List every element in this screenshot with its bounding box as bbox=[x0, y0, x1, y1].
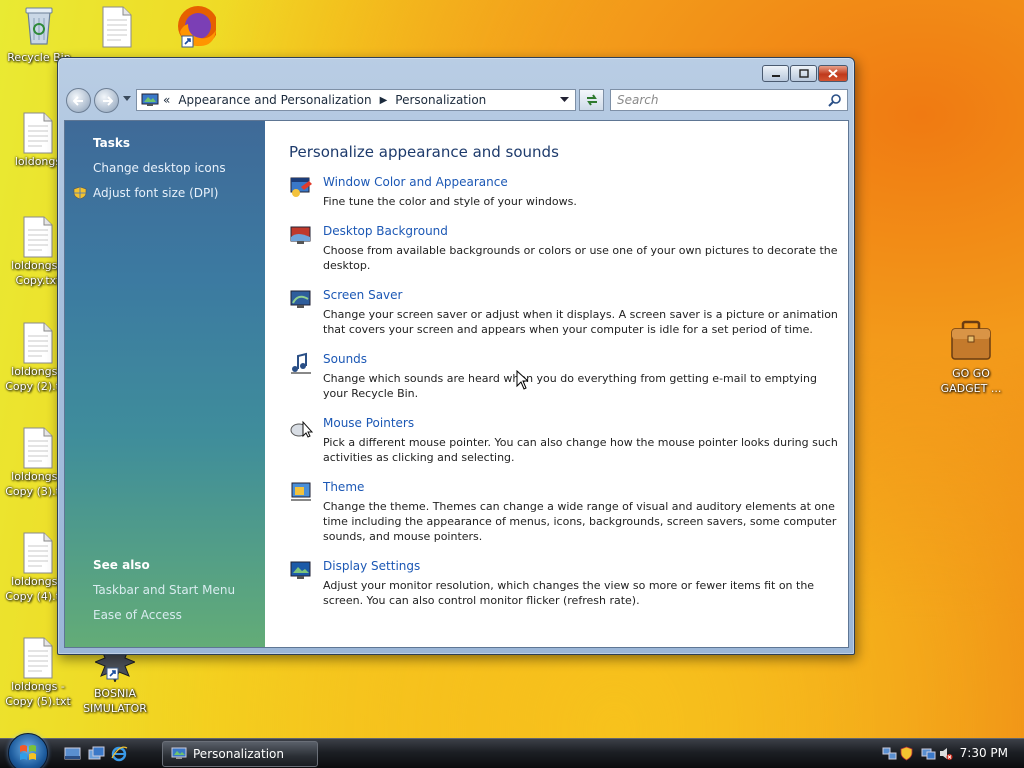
desktop-icon-label: GO GO GADGET ... bbox=[940, 367, 1002, 395]
page-title: Personalize appearance and sounds bbox=[289, 143, 559, 161]
text-file-icon bbox=[102, 6, 132, 48]
caption-buttons bbox=[762, 65, 848, 82]
network-icon[interactable] bbox=[882, 746, 897, 761]
close-icon bbox=[828, 69, 838, 78]
tasks-heading: Tasks bbox=[93, 136, 131, 150]
firefox-icon bbox=[178, 6, 218, 48]
main-pane: Personalize appearance and sounds Window… bbox=[289, 121, 838, 647]
desktop-icon-recycle-bin[interactable]: Recycle Bin bbox=[4, 4, 74, 65]
windows-logo-icon bbox=[20, 745, 36, 760]
display-settings-icon bbox=[290, 561, 311, 579]
desktop-background-icon bbox=[290, 226, 311, 244]
text-file-icon bbox=[23, 112, 53, 154]
theme-icon bbox=[291, 482, 311, 501]
text-file-icon bbox=[23, 216, 53, 258]
search-input[interactable]: Search bbox=[617, 93, 659, 107]
window-color-icon bbox=[290, 177, 312, 197]
refresh-button[interactable] bbox=[579, 89, 604, 111]
briefcase-icon bbox=[951, 320, 991, 360]
text-file-icon bbox=[23, 532, 53, 574]
sounds-icon bbox=[291, 352, 311, 374]
search-icon[interactable] bbox=[828, 93, 842, 107]
system-clock[interactable]: 7:30 PM bbox=[960, 746, 1008, 760]
personalization-window[interactable]: « Appearance and Personalization ▶ Perso… bbox=[57, 57, 855, 655]
desktop-icon-label: loldongs - Copy (5).txt bbox=[5, 680, 71, 708]
maximize-icon bbox=[798, 69, 809, 78]
internet-explorer-icon[interactable] bbox=[111, 746, 128, 762]
task-link-adjust-font-size[interactable]: Adjust font size (DPI) bbox=[93, 186, 218, 200]
show-desktop-icon[interactable] bbox=[64, 746, 81, 762]
option-description: Choose from available backgrounds or col… bbox=[323, 244, 838, 272]
refresh-icon bbox=[586, 94, 597, 106]
maximize-button[interactable] bbox=[790, 65, 817, 82]
option-description: Fine tune the color and style of your wi… bbox=[323, 195, 577, 208]
option-title[interactable]: Theme bbox=[323, 480, 364, 494]
chevron-down-icon bbox=[560, 97, 569, 102]
recycle-bin-icon bbox=[25, 7, 53, 45]
option-title[interactable]: Screen Saver bbox=[323, 288, 402, 302]
option-title[interactable]: Window Color and Appearance bbox=[323, 175, 508, 189]
mouse-cursor-icon bbox=[516, 370, 528, 390]
minimize-button[interactable] bbox=[762, 65, 789, 82]
control-panel-icon bbox=[141, 93, 159, 106]
taskbar-button-personalization[interactable]: Personalization bbox=[162, 741, 318, 767]
notification-area: 7:30 PM bbox=[866, 739, 1024, 768]
forward-button[interactable] bbox=[94, 88, 119, 113]
volume-muted-icon[interactable] bbox=[938, 746, 953, 761]
control-panel-icon bbox=[171, 747, 187, 759]
option-description: Adjust your monitor resolution, which ch… bbox=[323, 579, 815, 607]
text-file-icon bbox=[23, 637, 53, 679]
desktop-icon-label: BOSNIA SIMULATOR bbox=[83, 687, 147, 715]
back-arrow-icon bbox=[72, 95, 83, 106]
switch-windows-icon[interactable] bbox=[88, 746, 105, 762]
see-also-link-ease-of-access[interactable]: Ease of Access bbox=[93, 608, 182, 622]
navigation-bar: « Appearance and Personalization ▶ Perso… bbox=[66, 87, 848, 113]
text-file-icon bbox=[23, 322, 53, 364]
address-bar[interactable]: « Appearance and Personalization ▶ Perso… bbox=[136, 89, 576, 111]
content-area: Tasks Change desktop icons Adjust font s… bbox=[64, 120, 849, 648]
task-pane: Tasks Change desktop icons Adjust font s… bbox=[65, 121, 265, 647]
mouse-pointers-icon bbox=[290, 420, 313, 438]
see-also-heading: See also bbox=[93, 558, 150, 572]
option-title[interactable]: Mouse Pointers bbox=[323, 416, 414, 430]
screen-saver-icon bbox=[290, 290, 311, 308]
forward-arrow-icon bbox=[102, 95, 113, 106]
text-file-icon bbox=[23, 427, 53, 469]
address-dropdown[interactable] bbox=[560, 96, 569, 105]
desktop-icon-text-file[interactable] bbox=[82, 6, 152, 48]
taskbar: Personalization 7:30 PM bbox=[0, 733, 1024, 768]
option-title[interactable]: Display Settings bbox=[323, 559, 420, 573]
option-title[interactable]: Desktop Background bbox=[323, 224, 448, 238]
breadcrumb-personalization[interactable]: Personalization bbox=[395, 93, 486, 107]
see-also-link-taskbar-and-start-menu[interactable]: Taskbar and Start Menu bbox=[93, 583, 235, 597]
display-tray-icon[interactable] bbox=[921, 746, 936, 761]
option-description: Change which sounds are heard when you d… bbox=[323, 372, 817, 400]
task-link-change-desktop-icons[interactable]: Change desktop icons bbox=[93, 161, 226, 175]
option-description: Pick a different mouse pointer. You can … bbox=[323, 436, 838, 464]
search-box[interactable]: Search bbox=[610, 89, 848, 111]
breadcrumb-separator[interactable]: ▶ bbox=[380, 95, 388, 106]
chevron-down-icon bbox=[123, 96, 131, 101]
start-button[interactable] bbox=[8, 733, 48, 768]
option-description: Change the theme. Themes can change a wi… bbox=[323, 500, 837, 543]
uac-shield-icon bbox=[73, 186, 87, 200]
option-title[interactable]: Sounds bbox=[323, 352, 367, 366]
close-button[interactable] bbox=[818, 65, 848, 82]
taskbar-button-label: Personalization bbox=[193, 747, 284, 761]
option-description: Change your screen saver or adjust when … bbox=[323, 308, 838, 336]
minimize-icon bbox=[771, 74, 780, 77]
desktop-icon-firefox[interactable] bbox=[160, 4, 230, 54]
security-shield-icon[interactable] bbox=[899, 746, 914, 761]
back-button[interactable] bbox=[66, 88, 91, 113]
address-overflow-chevron[interactable]: « bbox=[163, 93, 170, 107]
recent-pages-dropdown[interactable] bbox=[123, 95, 131, 104]
breadcrumb-appearance-and-personalization[interactable]: Appearance and Personalization bbox=[178, 93, 371, 107]
desktop-icon-gadget[interactable]: GO GO GADGET ... bbox=[936, 318, 1006, 396]
